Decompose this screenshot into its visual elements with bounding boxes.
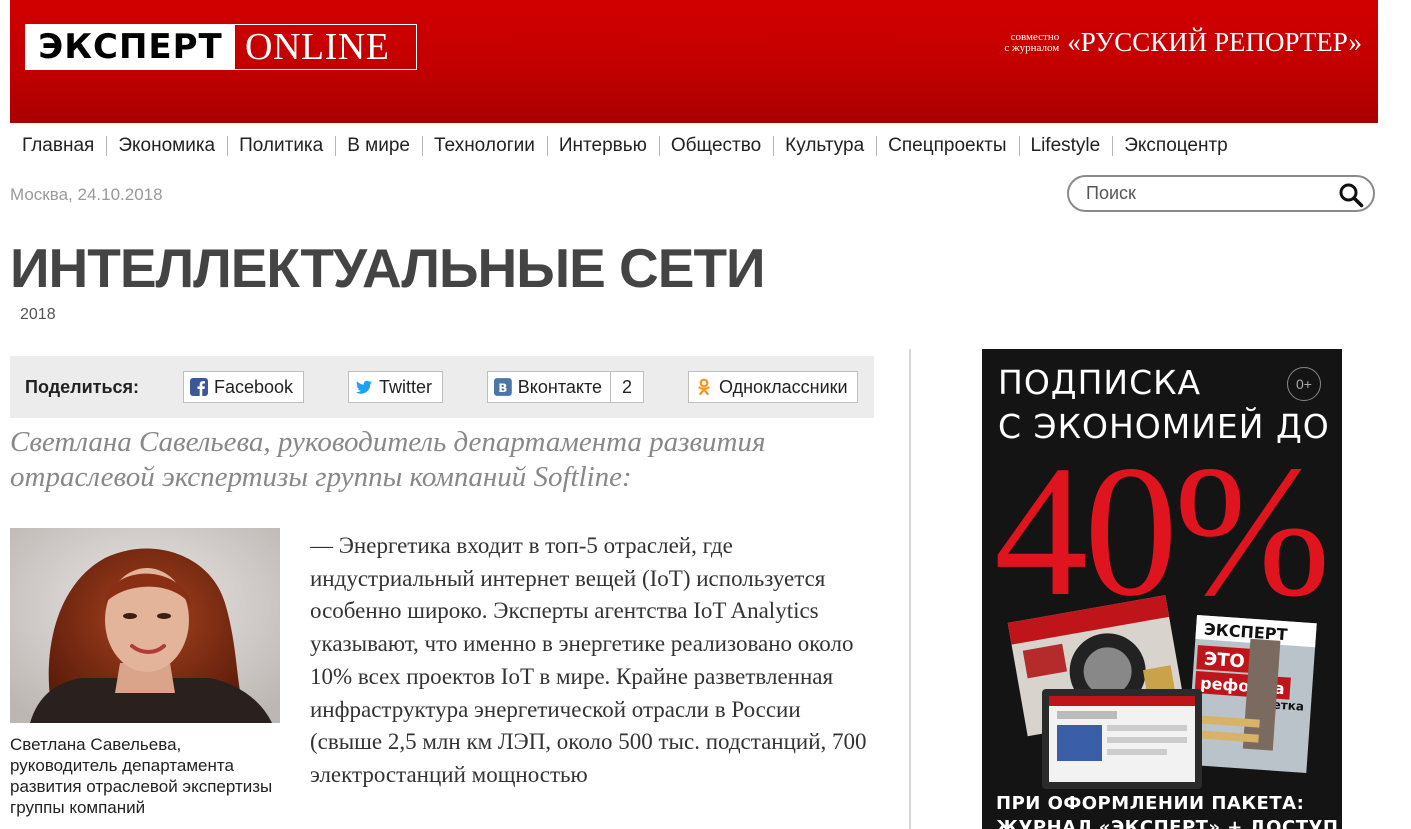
location-date: Москва, 24.10.2018 [10, 185, 163, 204]
partner-prefix: совместно с журналом [1004, 30, 1060, 54]
nav-item-politics[interactable]: Политика [227, 131, 335, 161]
vkontakte-icon: B [494, 378, 512, 396]
subscription-ad-banner[interactable]: ПОДПИСКА С ЭКОНОМИЕЙ ДО 0+ 40% ЭКСПЕРТ Э… [982, 349, 1342, 829]
column-divider [909, 349, 911, 829]
partner-name: «РУССКИЙ РЕПОРТЕР» [1067, 27, 1362, 57]
article-title: ИНТЕЛЛЕКТУАЛЬНЫЕ СЕТИ [10, 237, 766, 299]
article-body: — Энергетика входит в топ-5 отраслей, гд… [310, 533, 867, 787]
nav-item-world[interactable]: В мире [335, 131, 422, 161]
search-icon[interactable] [1338, 182, 1364, 208]
share-odnoklassniki-label: Одноклассники [719, 376, 848, 397]
partner-link[interactable]: совместно с журналом «РУССКИЙ РЕПОРТЕР» [1004, 27, 1362, 58]
author-heading: Светлана Савельева, руководитель департа… [10, 426, 766, 493]
share-twitter-label: Twitter [379, 376, 433, 397]
share-odnoklassniki-button[interactable]: Одноклассники [688, 371, 858, 403]
nav-item-society[interactable]: Общество [658, 131, 773, 161]
nav-item-expocentre[interactable]: Экспоцентр [1112, 131, 1240, 161]
partner-line1: совместно [1010, 30, 1060, 43]
logo-expert-text: ЭКСПЕРТ [26, 25, 235, 69]
nav-item-lifestyle[interactable]: Lifestyle [1018, 131, 1113, 161]
nav-item-special[interactable]: Спецпроекты [876, 131, 1018, 161]
share-facebook-label: Facebook [214, 376, 294, 397]
photo-caption: Светлана Савельева, руководитель департа… [10, 735, 273, 817]
site-header: ЭКСПЕРТ ONLINE совместно с журналом «РУС… [10, 0, 1378, 123]
share-vkontakte-button[interactable]: B Вконтакте [487, 371, 611, 403]
main-nav: Главная Экономика Политика В мире Технол… [10, 131, 1240, 161]
nav-item-home[interactable]: Главная [10, 131, 106, 161]
share-bar: Поделиться: Facebook Twitter B Вконтакте… [10, 356, 874, 418]
share-vkontakte-label: Вконтакте [517, 376, 602, 397]
search-box [1067, 175, 1375, 212]
nav-item-economy[interactable]: Экономика [106, 131, 227, 161]
share-label: Поделиться: [25, 377, 140, 397]
facebook-icon [190, 378, 208, 396]
nav-item-interview[interactable]: Интервью [546, 131, 659, 161]
share-vkontakte-count: 2 [610, 371, 644, 403]
share-twitter-button[interactable]: Twitter [348, 371, 443, 403]
author-photo [10, 528, 280, 723]
magazines-illustration: ЭКСПЕРТ ЭТО реформа детка [1007, 595, 1317, 789]
search-input[interactable] [1084, 182, 1328, 205]
svg-text:B: B [498, 381, 507, 395]
odnoklassniki-icon [698, 378, 710, 396]
article-year: 2018 [20, 306, 56, 323]
twitter-icon [356, 380, 372, 394]
partner-line2: с журналом [1004, 41, 1060, 54]
ad-footer-line1: ПРИ ОФОРМЛЕНИИ ПАКЕТА: [996, 793, 1305, 814]
nav-item-culture[interactable]: Культура [773, 131, 876, 161]
nav-item-technology[interactable]: Технологии [422, 131, 547, 161]
share-facebook-button[interactable]: Facebook [183, 371, 304, 403]
site-logo[interactable]: ЭКСПЕРТ ONLINE [25, 24, 417, 70]
age-rating-badge: 0+ [1287, 367, 1321, 401]
ad-line1: ПОДПИСКА [998, 363, 1202, 402]
ad-cover-text1: ЭТО [1203, 649, 1245, 673]
ad-footer-line2: ЖУРНАЛ «ЭКСПЕРТ» + ДОСТУП КО [996, 817, 1339, 829]
logo-online-text: ONLINE [245, 26, 390, 68]
